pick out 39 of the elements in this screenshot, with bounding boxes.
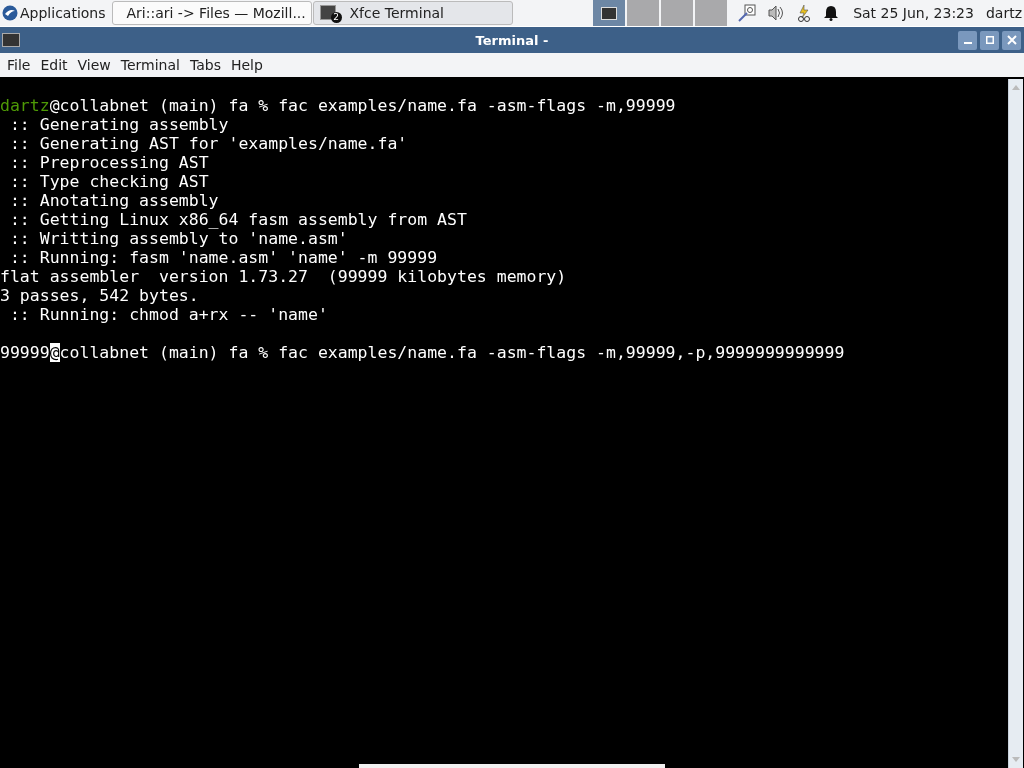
- user-name[interactable]: dartz: [985, 5, 1022, 21]
- prompt-user: dartz: [0, 96, 50, 115]
- close-icon: [1006, 35, 1017, 45]
- taskbar-window-button[interactable]: Ari::ari -> Files — Mozill...: [111, 1, 312, 25]
- terminal-output-line: :: Getting Linux x86_64 fasm assembly from AST: [8, 210, 467, 229]
- prompt-at-sign: @: [49, 96, 60, 115]
- taskbar-window-button[interactable]: 2 Xfce Terminal: [312, 1, 513, 25]
- maximize-button[interactable]: [980, 30, 999, 50]
- terminal-output-line: :: Generating assembly: [8, 115, 229, 134]
- volume-icon[interactable]: [767, 4, 786, 22]
- menu-item[interactable]: Help: [225, 57, 268, 73]
- notification-bell-icon[interactable]: [823, 5, 840, 21]
- prompt-at-sign: @: [49, 343, 60, 362]
- terminal-output-line: :: Running: fasm 'name.asm' 'name' -m 99999: [8, 248, 438, 267]
- window-title: Terminal -: [475, 32, 549, 48]
- menu-item[interactable]: Edit: [35, 57, 73, 73]
- applications-menu[interactable]: Applications: [0, 0, 112, 26]
- minimize-button[interactable]: [958, 30, 977, 50]
- terminal-output-line: :: Writting assembly to 'name.asm': [8, 229, 348, 248]
- clock[interactable]: Sat 25 Jun, 23:23: [853, 5, 974, 21]
- command-line: collabnet (main) fa % fac examples/name.fa -asm-flags -m,99999: [59, 96, 676, 115]
- terminal-icon[interactable]: [2, 33, 20, 47]
- terminal-output-line: :: Type checking AST: [8, 172, 209, 191]
- menu-item[interactable]: View: [72, 57, 116, 73]
- minimize-icon: [963, 42, 972, 44]
- terminal-output-line: 3 passes, 542 bytes.: [0, 286, 199, 305]
- terminal-output-line: flat assembler version 1.73.27 (99999 kilobytes memory): [0, 267, 567, 286]
- menu-item[interactable]: Terminal: [115, 57, 185, 73]
- terminal-output-line: :: Anotating assembly: [8, 191, 219, 210]
- terminal-output-line: :: Running: chmod a+rx -- 'name': [8, 305, 328, 324]
- menu-item[interactable]: Tabs: [184, 57, 226, 73]
- terminal-output-line: :: Generating AST for 'examples/name.fa': [8, 134, 408, 153]
- maximize-icon: [985, 36, 994, 44]
- terminal-output-line: :: Preprocessing AST: [8, 153, 209, 172]
- workspace-button[interactable]: [593, 0, 626, 26]
- search-icon[interactable]: [737, 3, 758, 23]
- menu-item[interactable]: File: [2, 57, 36, 73]
- prompt-user: 99999: [0, 343, 50, 362]
- close-button[interactable]: [1002, 30, 1021, 50]
